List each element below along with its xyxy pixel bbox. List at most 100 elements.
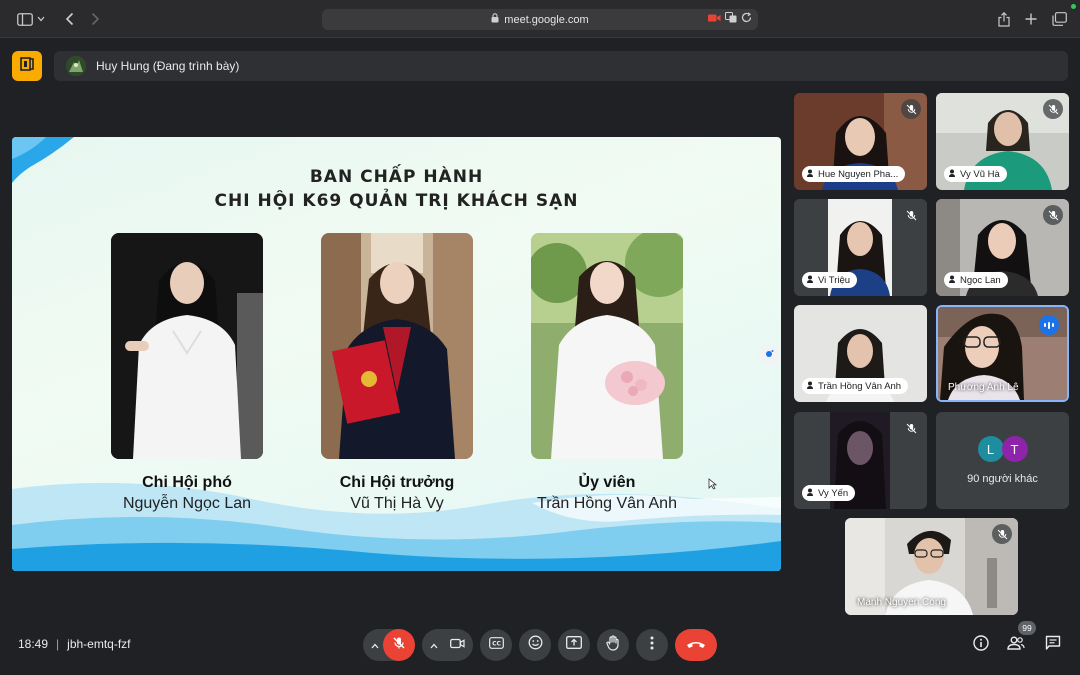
meet-window: meet.google.com Huy Hung (Đang trình bày…	[0, 0, 1080, 675]
new-tab-icon[interactable]	[1020, 9, 1042, 29]
slide-title-line2: CHI HỘI K69 QUẢN TRỊ KHÁCH SẠN	[214, 191, 579, 211]
camera-toggle-button[interactable]	[441, 629, 473, 661]
mic-off-icon	[392, 636, 406, 655]
presenter-label: Huy Hung (Đang trình bày)	[96, 59, 240, 73]
translate-icon[interactable]	[725, 12, 737, 26]
member-photo-2	[321, 233, 473, 459]
member-name-2: Vũ Thị Hà Vy	[350, 495, 444, 512]
pin-icon	[806, 488, 814, 498]
people-count-badge: 99	[1018, 621, 1036, 635]
meeting-code[interactable]: jbh-emtq-fzf	[67, 637, 130, 651]
camera-icon	[449, 636, 465, 654]
mic-off-icon	[1043, 99, 1063, 119]
emoji-icon	[528, 635, 543, 655]
others-avatar-t: T	[1001, 436, 1028, 462]
presentation-icon	[19, 56, 35, 77]
sparkle-icon	[764, 346, 774, 364]
svg-text:CC: CC	[492, 640, 501, 647]
share-icon[interactable]	[993, 9, 1015, 29]
meeting-info: 18:49 | jbh-emtq-fzf	[18, 637, 131, 651]
participant-name-1: Hue Nguyen Pha...	[802, 166, 906, 182]
mic-off-icon	[1043, 205, 1063, 225]
slide-title-line1: BAN CHẤP HÀNH	[309, 167, 484, 187]
more-options-button[interactable]	[636, 629, 668, 661]
mic-off-icon	[901, 205, 921, 225]
exit-presentation-button[interactable]	[12, 51, 42, 81]
slide-title: BAN CHẤP HÀNH CHI HỘI K69 QUẢN TRỊ KHÁCH…	[12, 165, 781, 213]
participant-name-7: Vy Yến	[802, 485, 856, 501]
participant-tile-5[interactable]: Trần Hồng Vân Anh	[794, 305, 927, 402]
lock-icon	[491, 13, 499, 26]
hang-up-icon	[686, 636, 706, 654]
mouse-cursor-icon	[708, 477, 718, 495]
people-icon	[1007, 636, 1025, 655]
participant-tile-1[interactable]: Hue Nguyen Pha...	[794, 93, 927, 190]
reactions-button[interactable]	[758, 345, 780, 365]
others-avatar-l: L	[977, 436, 1004, 462]
participant-tile-7[interactable]: Vy Yến	[794, 412, 927, 509]
chevron-up-icon	[371, 636, 379, 654]
self-view-tile[interactable]: Manh Nguyen Cong	[845, 518, 1018, 615]
raise-hand-button[interactable]	[597, 629, 629, 661]
url-text: meet.google.com	[504, 13, 589, 26]
participant-name-self: Manh Nguyen Cong	[857, 597, 946, 608]
leave-call-button[interactable]	[675, 629, 717, 661]
sidebar-toggle-icon[interactable]	[14, 9, 36, 29]
meeting-details-button[interactable]	[970, 634, 992, 656]
chat-icon	[1045, 635, 1061, 656]
member-name-1: Nguyễn Ngọc Lan	[122, 495, 252, 512]
browser-toolbar: meet.google.com	[0, 0, 1080, 38]
participant-tile-6[interactable]: Phương Anh Lê	[936, 305, 1069, 402]
participant-name-5: Trần Hồng Vân Anh	[802, 378, 909, 394]
separator: |	[56, 637, 60, 651]
participant-tile-2[interactable]: Vy Vũ Hà	[936, 93, 1069, 190]
others-tile[interactable]: L T 90 người khác	[936, 412, 1069, 509]
others-avatars: L T	[936, 436, 1069, 462]
speaking-indicator-icon	[1039, 315, 1059, 335]
participant-name-2: Vy Vũ Hà	[944, 166, 1007, 182]
mic-off-icon	[901, 418, 921, 438]
captions-icon: CC	[488, 636, 504, 654]
participant-name-3: Vi Triệu	[802, 272, 858, 288]
more-vert-icon	[650, 636, 654, 655]
info-icon	[973, 634, 989, 656]
participant-tile-4[interactable]: Ngọc Lan	[936, 199, 1069, 296]
back-icon[interactable]	[58, 9, 80, 29]
hand-icon	[606, 634, 620, 656]
camera-in-use-icon[interactable]	[708, 13, 721, 26]
address-bar[interactable]: meet.google.com	[322, 9, 758, 30]
member-photo-3	[531, 233, 683, 459]
chat-button[interactable]	[1042, 634, 1064, 656]
url-actions	[708, 12, 752, 26]
presenter-banner: Huy Hung (Đang trình bày)	[54, 51, 1068, 81]
participant-tile-3[interactable]: Vi Triệu	[794, 199, 927, 296]
reload-icon[interactable]	[741, 12, 752, 26]
captions-button[interactable]: CC	[480, 629, 512, 661]
pin-icon	[948, 275, 956, 285]
participant-name-6: Phương Anh Lê	[948, 382, 1019, 393]
pin-icon	[806, 275, 814, 285]
mic-off-icon	[901, 99, 921, 119]
member-photo-1	[111, 233, 263, 459]
pin-icon	[806, 381, 814, 391]
present-screen-icon	[566, 636, 582, 654]
recording-indicator-icon	[1071, 4, 1076, 9]
chevron-up-icon	[430, 636, 438, 654]
pin-icon	[948, 169, 956, 179]
chevron-down-icon[interactable]	[34, 9, 48, 29]
present-screen-button[interactable]	[558, 629, 590, 661]
member-role-3: Ủy viên	[578, 474, 636, 491]
people-button[interactable]	[1005, 634, 1027, 656]
others-count-label: 90 người khác	[967, 473, 1038, 485]
microphone-toggle-button[interactable]	[383, 629, 415, 661]
reactions-toolbar-button[interactable]	[519, 629, 551, 661]
member-name-3: Trần Hồng Vân Anh	[537, 495, 677, 512]
pin-icon	[806, 169, 814, 179]
presentation-slide: BAN CHẤP HÀNH CHI HỘI K69 QUẢN TRỊ KHÁCH…	[12, 137, 781, 571]
participant-name-4: Ngọc Lan	[944, 272, 1008, 288]
meeting-time: 18:49	[18, 637, 49, 651]
member-role-2: Chi Hội trưởng	[339, 474, 455, 491]
member-role-1: Chi Hội phó	[142, 474, 232, 491]
tab-overview-icon[interactable]	[1048, 9, 1070, 29]
forward-icon[interactable]	[84, 9, 106, 29]
